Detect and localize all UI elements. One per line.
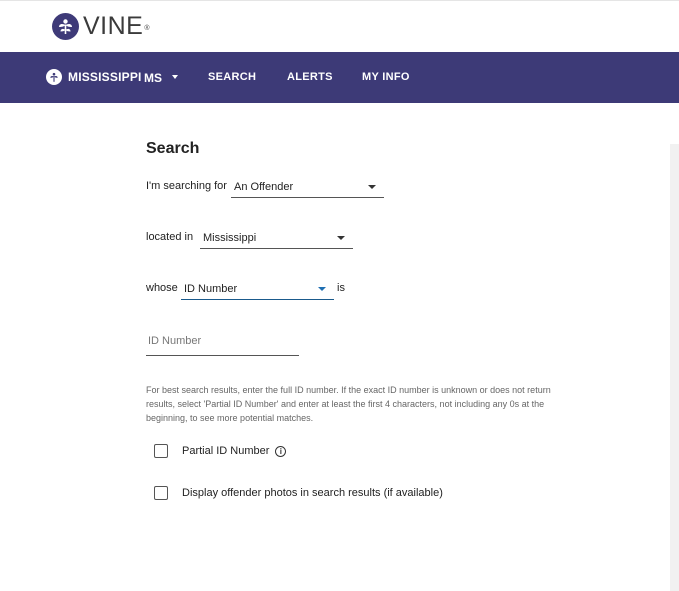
partial-id-label: Partial ID Number bbox=[182, 445, 270, 457]
id-number-input[interactable]: ID Number bbox=[146, 330, 299, 356]
is-label: is bbox=[337, 282, 345, 294]
scrollbar-track[interactable] bbox=[670, 144, 679, 591]
state-abbr-dropdown[interactable]: MS bbox=[144, 71, 162, 85]
chevron-down-icon bbox=[368, 185, 376, 189]
searching-for-select[interactable]: An Offender bbox=[231, 176, 384, 198]
brand-name: VINE® bbox=[83, 12, 151, 40]
located-in-select[interactable]: Mississippi bbox=[200, 227, 353, 249]
partial-id-checkbox[interactable] bbox=[154, 444, 168, 458]
nav-alerts[interactable]: ALERTS bbox=[287, 71, 333, 83]
vine-leaf-icon bbox=[52, 13, 79, 40]
main-nav: MISSISSIPPI MS SEARCH ALERTS MY INFO bbox=[0, 52, 679, 103]
searching-for-value: An Offender bbox=[234, 181, 294, 193]
id-number-placeholder: ID Number bbox=[148, 335, 202, 347]
display-photos-checkbox[interactable] bbox=[154, 486, 168, 500]
page-title: Search bbox=[146, 140, 200, 157]
info-icon[interactable]: i bbox=[275, 445, 287, 457]
state-seal-icon bbox=[46, 69, 62, 85]
whose-value: ID Number bbox=[184, 283, 238, 295]
display-photos-label: Display offender photos in search result… bbox=[182, 487, 443, 499]
state-name: MISSISSIPPI bbox=[68, 70, 142, 84]
state-selector[interactable]: MISSISSIPPI bbox=[46, 69, 142, 85]
registered-mark: ® bbox=[144, 25, 151, 32]
located-in-value: Mississippi bbox=[203, 232, 257, 244]
whose-label: whose bbox=[146, 282, 178, 294]
search-help-text: For best search results, enter the full … bbox=[146, 385, 551, 423]
chevron-down-icon bbox=[337, 236, 345, 240]
chevron-down-icon bbox=[318, 287, 326, 291]
partial-id-row: Partial ID Number i bbox=[154, 444, 287, 458]
nav-my-info[interactable]: MY INFO bbox=[362, 71, 410, 83]
searching-for-label: I'm searching for bbox=[146, 180, 227, 192]
caret-down-icon[interactable] bbox=[172, 75, 178, 79]
located-in-label: located in bbox=[146, 231, 194, 243]
nav-search[interactable]: SEARCH bbox=[208, 71, 256, 83]
photos-row: Display offender photos in search result… bbox=[154, 486, 443, 500]
whose-select[interactable]: ID Number bbox=[181, 278, 334, 300]
top-header: VINE® bbox=[0, 0, 679, 52]
vine-logo[interactable]: VINE® bbox=[52, 13, 150, 40]
